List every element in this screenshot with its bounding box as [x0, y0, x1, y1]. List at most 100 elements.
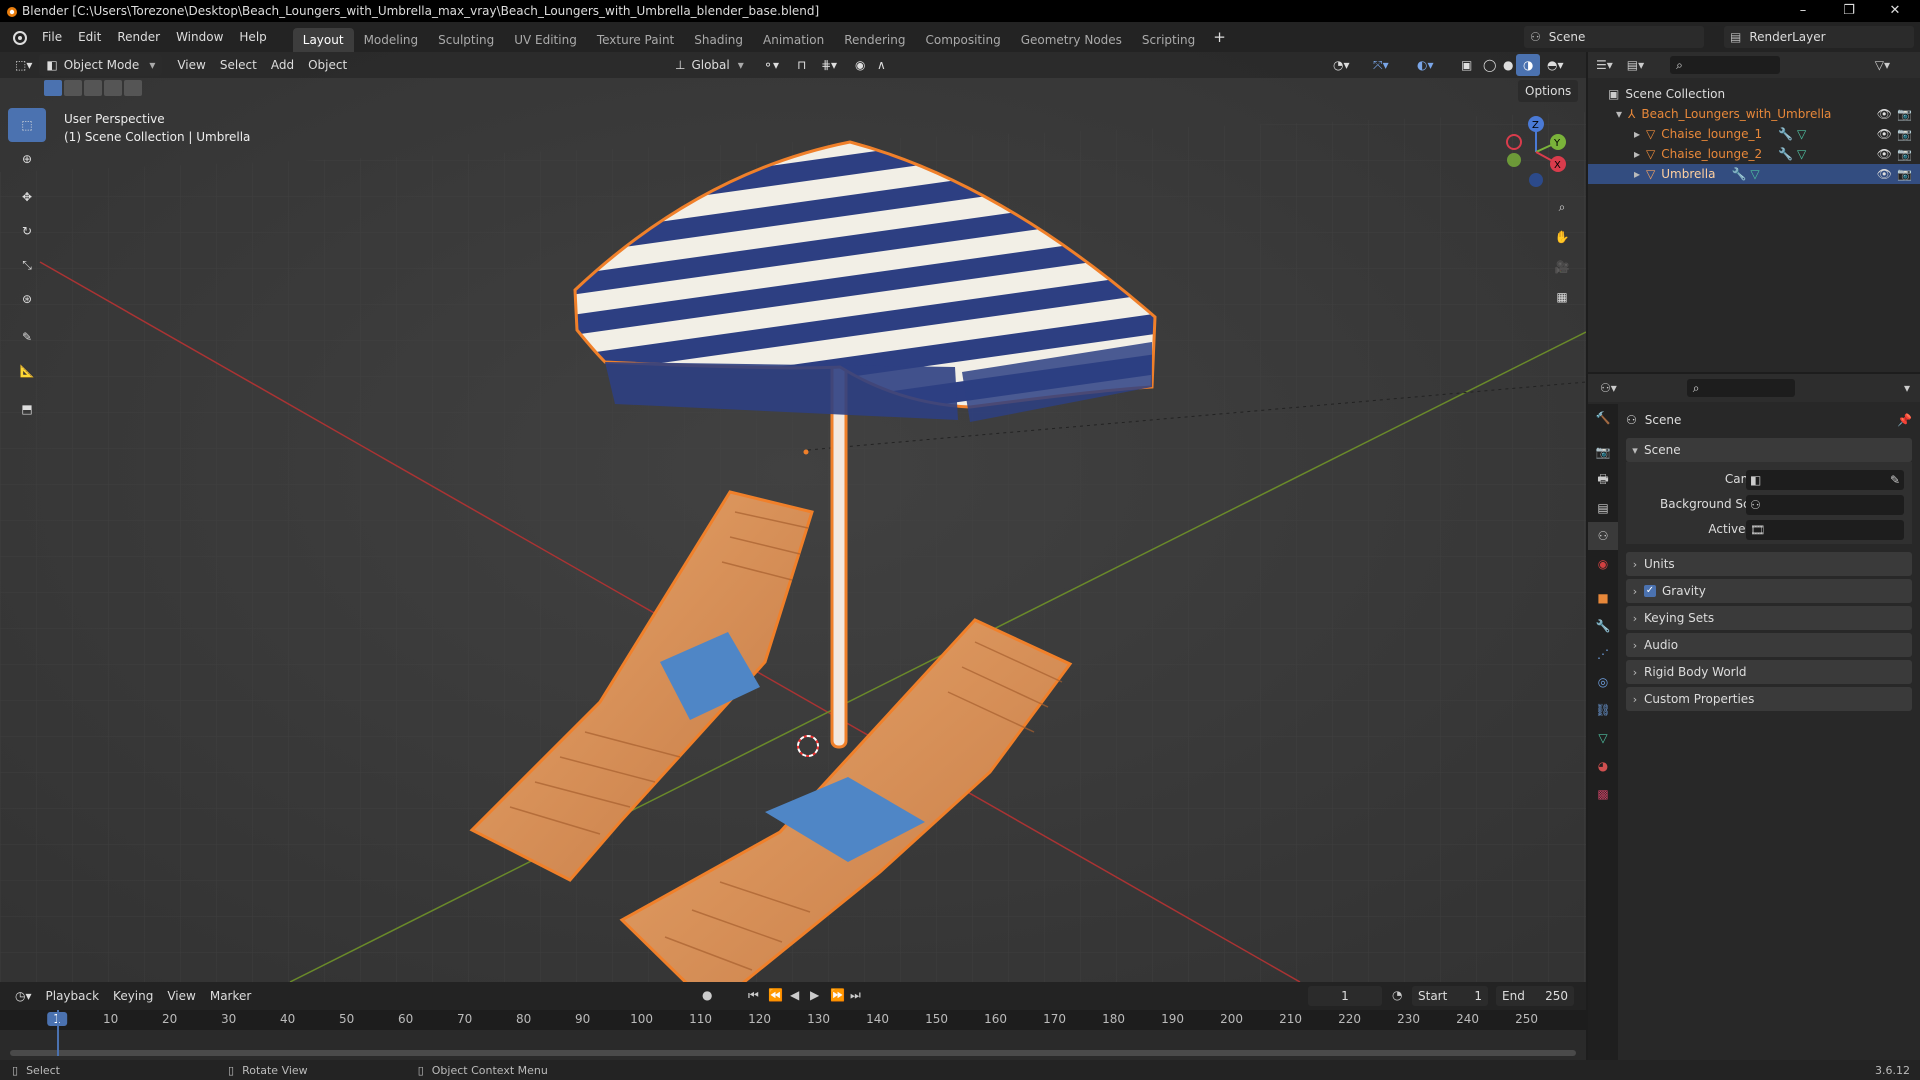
jump-start-icon[interactable]: ⏮ [748, 988, 759, 1003]
tab-modeling[interactable]: Modeling [354, 28, 429, 52]
active-clip-field[interactable]: 🎞 [1746, 520, 1904, 540]
add-cube-tool-icon[interactable]: ⬒ [8, 392, 46, 426]
frame-ruler[interactable]: 1102030405060708090100110120130140150160… [0, 1010, 1586, 1030]
timeline-scrollbar[interactable] [10, 1050, 1576, 1056]
timeline-menu-playback[interactable]: Playback [39, 985, 107, 1007]
panel-custom-properties[interactable]: › Custom Properties [1626, 687, 1912, 711]
tab-sculpting[interactable]: Sculpting [428, 28, 504, 52]
viewport-menu-add[interactable]: Add [264, 54, 301, 76]
proportional-editing-icon[interactable]: ◉ [848, 54, 872, 76]
panel-units[interactable]: › Units [1626, 552, 1912, 576]
properties-editor-type-icon[interactable]: ⚇▾ [1600, 381, 1617, 395]
world-tab-icon[interactable]: ◉ [1588, 550, 1618, 578]
viewport-menu-object[interactable]: Object [301, 54, 354, 76]
pivot-point-icon[interactable]: ⚬▾ [756, 54, 786, 76]
tab-layout[interactable]: Layout [292, 28, 354, 52]
editor-type-icon[interactable]: ⬚▾ [8, 54, 39, 76]
filter-icon[interactable]: ▽▾ [1875, 58, 1890, 72]
tab-texture-paint[interactable]: Texture Paint [587, 28, 684, 52]
select-extend-icon[interactable] [64, 80, 82, 96]
outliner-row-scene-collection[interactable]: ▣ Scene Collection [1588, 84, 1920, 104]
tab-animation[interactable]: Animation [753, 28, 834, 52]
measure-tool-icon[interactable]: 📐 [8, 354, 46, 388]
scene-tab-icon[interactable]: ⚇ [1588, 522, 1618, 550]
outliner-row-umbrella[interactable]: ▸ ▽ Umbrella 🔧 ▽ 👁 📷 [1588, 164, 1920, 184]
playhead-line[interactable] [57, 1010, 59, 1056]
tab-shading[interactable]: Shading [684, 28, 753, 52]
cursor-tool-icon[interactable]: ⊕ [8, 142, 46, 176]
physics-tab-icon[interactable]: ◎ [1588, 668, 1618, 696]
panel-scene[interactable]: ▾ Scene [1626, 438, 1912, 462]
render-tab-icon[interactable]: 📷 [1588, 438, 1618, 466]
annotate-tool-icon[interactable]: ✎ [8, 320, 46, 354]
menu-render[interactable]: Render [109, 22, 168, 52]
camera-icon[interactable]: 📷 [1897, 107, 1912, 121]
data-tab-icon[interactable]: ▽ [1588, 724, 1618, 752]
viewport-menu-view[interactable]: View [170, 54, 212, 76]
jump-end-icon[interactable]: ⏭ [850, 988, 861, 1003]
pin-icon[interactable]: 📌 [1897, 413, 1912, 427]
transform-tool-icon[interactable]: ⊛ [8, 282, 46, 316]
view-layer-tab-icon[interactable]: ▤ [1588, 494, 1618, 522]
viewport-menu-select[interactable]: Select [213, 54, 264, 76]
menu-file[interactable]: File [34, 22, 70, 52]
chevron-down-icon[interactable]: ▾ [1904, 381, 1910, 395]
scene-selector[interactable]: ⚇ Scene [1524, 26, 1704, 48]
shading-rendered-icon[interactable]: ◓▾ [1540, 54, 1571, 76]
play-icon[interactable]: ▶ [810, 988, 819, 1002]
next-keyframe-icon[interactable]: ⏩ [830, 988, 845, 1002]
expand-arrow-icon[interactable]: ▾ [1616, 107, 1622, 121]
eye-icon[interactable]: 👁 [1877, 127, 1892, 141]
expand-arrow-icon[interactable]: ▸ [1634, 127, 1640, 141]
snap-icon[interactable]: ⊓ [790, 54, 813, 76]
eye-icon[interactable]: 👁 [1877, 107, 1892, 121]
outliner-row-chaise-lounge-1[interactable]: ▸ ▽ Chaise_lounge_1 🔧 ▽ 👁 📷 [1588, 124, 1920, 144]
constraints-tab-icon[interactable]: ⛓ [1588, 696, 1618, 724]
record-icon[interactable]: ● [702, 988, 712, 1002]
zoom-icon[interactable]: ⌕ [1546, 192, 1578, 222]
rotate-tool-icon[interactable]: ↻ [8, 214, 46, 248]
object-tab-icon[interactable]: ■ [1588, 584, 1618, 612]
maximize-button[interactable]: ❐ [1826, 0, 1872, 22]
tab-uv-editing[interactable]: UV Editing [504, 28, 587, 52]
tab-scripting[interactable]: Scripting [1132, 28, 1205, 52]
modifier-tab-icon[interactable]: 🔧 [1588, 612, 1618, 640]
select-subtract-icon[interactable] [84, 80, 102, 96]
panel-rigid-body-world[interactable]: › Rigid Body World [1626, 660, 1912, 684]
menu-edit[interactable]: Edit [70, 22, 109, 52]
select-box-tool-icon[interactable]: ⬚ [8, 108, 46, 142]
blender-menu-icon[interactable] [10, 28, 28, 46]
visibility-filter-icon[interactable]: ◔▾ [1326, 54, 1357, 76]
timeline-track-area[interactable] [0, 1030, 1586, 1060]
outliner-editor-type-icon[interactable]: ☰▾ [1596, 58, 1613, 72]
add-workspace-button[interactable]: + [1205, 22, 1234, 52]
material-tab-icon[interactable]: ◕ [1588, 752, 1618, 780]
panel-keying-sets[interactable]: › Keying Sets [1626, 606, 1912, 630]
gizmo-toggle-icon[interactable]: ⤧▾ [1366, 54, 1396, 76]
options-button[interactable]: Options [1518, 80, 1579, 102]
camera-icon[interactable]: 📷 [1897, 147, 1912, 161]
outliner-search-input[interactable]: ⌕ [1670, 56, 1781, 74]
camera-icon[interactable]: 📷 [1897, 167, 1912, 181]
mode-selector[interactable]: ◧ Object Mode ▾ [39, 54, 163, 76]
display-mode-icon[interactable]: ▤▾ [1627, 58, 1644, 72]
prev-keyframe-icon[interactable]: ⏪ [768, 988, 783, 1002]
3d-viewport[interactable]: ⬚▾ ◧ Object Mode ▾ View Select Add Objec… [0, 52, 1586, 982]
menu-window[interactable]: Window [168, 22, 231, 52]
scale-tool-icon[interactable]: ⤡ [8, 248, 46, 282]
transform-orientation-selector[interactable]: ⊥ Global ▾ [668, 54, 751, 76]
viewlayer-selector[interactable]: ▤ RenderLayer [1724, 26, 1914, 48]
panel-gravity[interactable]: › ✓ Gravity [1626, 579, 1912, 603]
preview-range-icon[interactable]: ◔ [1392, 988, 1402, 1002]
tab-rendering[interactable]: Rendering [834, 28, 915, 52]
output-tab-icon[interactable]: 🖶 [1588, 466, 1618, 494]
select-invert-icon[interactable] [104, 80, 122, 96]
texture-tab-icon[interactable]: ▩ [1588, 780, 1618, 808]
panel-audio[interactable]: › Audio [1626, 633, 1912, 657]
navigation-gizmo[interactable]: Z Y X [1496, 112, 1576, 192]
overlay-toggle-icon[interactable]: ◐▾ [1410, 54, 1441, 76]
properties-search-input[interactable]: ⌕ [1686, 379, 1795, 397]
eye-icon[interactable]: 👁 [1877, 147, 1892, 161]
select-intersect-icon[interactable] [124, 80, 142, 96]
shading-material-icon[interactable]: ◑ [1516, 54, 1541, 76]
